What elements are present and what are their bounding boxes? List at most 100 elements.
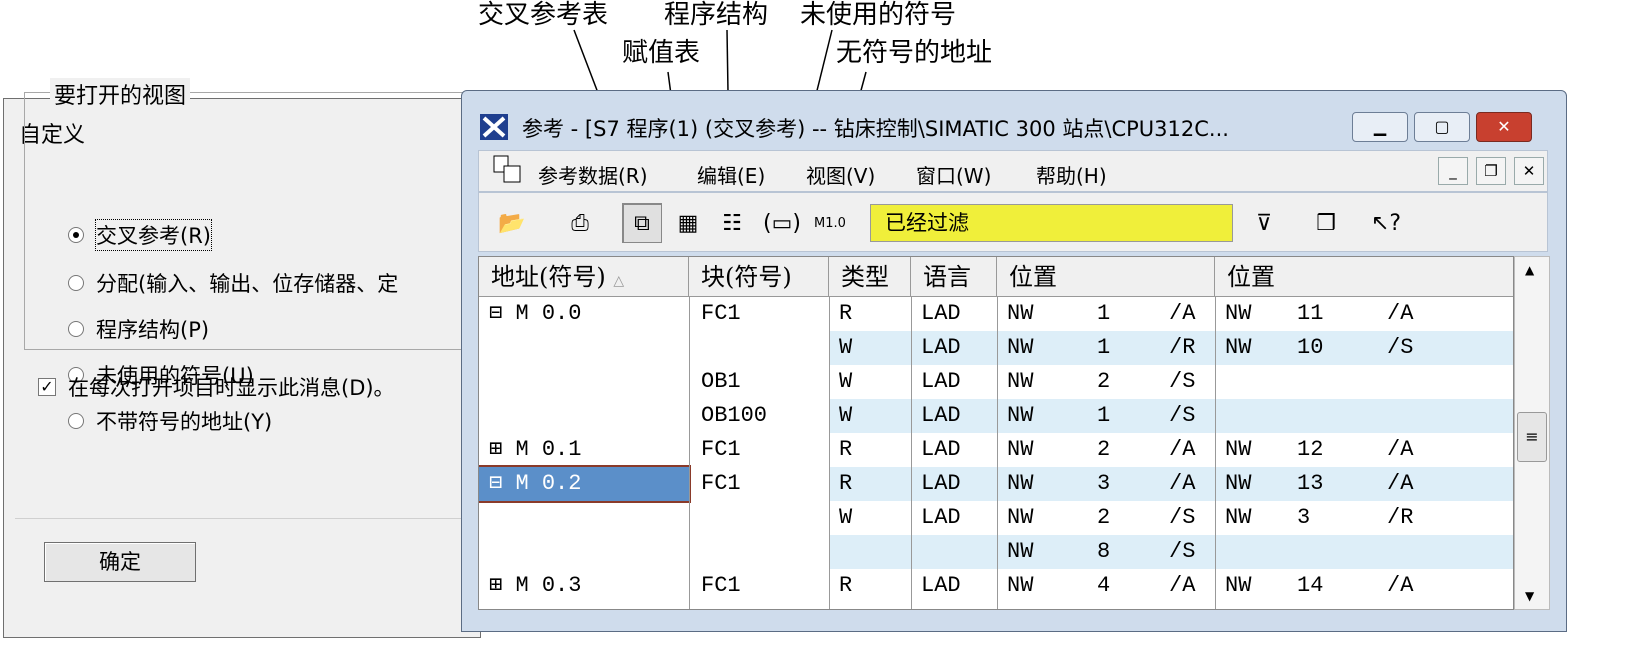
column-header-address[interactable]: 地址(符号) △	[479, 257, 689, 297]
grid-cell[interactable]: /S	[1387, 331, 1447, 365]
close-button[interactable]: ✕	[1476, 112, 1532, 142]
grid-cell[interactable]: /A	[1169, 297, 1215, 331]
grid-cell[interactable]: NW	[1225, 467, 1295, 501]
grid-cell[interactable]: LAD	[921, 331, 997, 365]
column-header-type[interactable]: 类型	[829, 257, 911, 297]
grid-cell[interactable]: 1	[1097, 331, 1157, 365]
menu-window[interactable]: 窗口(W)	[916, 160, 991, 189]
grid-cell[interactable]: 2	[1097, 501, 1157, 535]
grid-cell[interactable]: /A	[1169, 569, 1215, 603]
grid-cell[interactable]: W	[839, 399, 911, 433]
grid-cell[interactable]	[839, 535, 911, 569]
grid-cell[interactable]: 2	[1097, 365, 1157, 399]
grid-cell[interactable]	[1387, 365, 1447, 399]
grid-cell[interactable]: NW	[1007, 365, 1077, 399]
grid-cell[interactable]: LAD	[921, 501, 997, 535]
radio-program-structure[interactable]: 程序结构(P)	[68, 314, 209, 344]
menu-edit[interactable]: 编辑(E)	[697, 160, 765, 189]
grid-cell[interactable]	[1297, 365, 1367, 399]
grid-cell[interactable]: W	[839, 331, 911, 365]
grid-cell[interactable]: ⊞ M 0.3	[489, 569, 689, 603]
grid-cell[interactable]	[1225, 365, 1295, 399]
new-window-icon[interactable]: ❒	[1306, 203, 1346, 243]
grid-cell[interactable]: NW	[1225, 331, 1295, 365]
grid-cell[interactable]: /A	[1387, 297, 1447, 331]
grid-cell[interactable]	[1225, 399, 1295, 433]
open-folder-icon[interactable]: 📂	[492, 203, 532, 243]
grid-cell[interactable]: LAD	[921, 569, 997, 603]
grid-cell[interactable]: 4	[1097, 569, 1157, 603]
grid-cell[interactable]: R	[839, 467, 911, 501]
maximize-button[interactable]: ▢	[1414, 112, 1470, 142]
grid-cell[interactable]: W	[839, 501, 911, 535]
column-header-location-1[interactable]: 位置	[997, 257, 1215, 297]
grid-cell[interactable]: LAD	[921, 365, 997, 399]
grid-cell[interactable]	[701, 535, 829, 569]
grid-cell[interactable]	[921, 535, 997, 569]
ok-button[interactable]: 确定	[44, 542, 196, 582]
grid-cell[interactable]: NW	[1225, 501, 1295, 535]
grid-cell[interactable]: R	[839, 297, 911, 331]
grid-cell[interactable]: 1	[1097, 297, 1157, 331]
grid-cell[interactable]: NW	[1007, 297, 1077, 331]
mdi-minimize-button[interactable]: _	[1438, 157, 1468, 185]
grid-cell[interactable]: /R	[1169, 331, 1215, 365]
grid-cell[interactable]	[489, 535, 689, 569]
grid-cell[interactable]: LAD	[921, 399, 997, 433]
grid-cell[interactable]: 3	[1297, 501, 1367, 535]
minimize-button[interactable]: ▁	[1352, 112, 1408, 142]
column-header-language[interactable]: 语言	[911, 257, 997, 297]
grid-cell[interactable]	[1225, 535, 1295, 569]
grid-cell[interactable]	[1387, 535, 1447, 569]
grid-cell[interactable]: /S	[1169, 501, 1215, 535]
grid-cell[interactable]: 14	[1297, 569, 1367, 603]
grid-cell[interactable]: NW	[1007, 331, 1077, 365]
grid-cell[interactable]: FC1	[701, 297, 829, 331]
grid-cell[interactable]: 3	[1097, 467, 1157, 501]
grid-cell[interactable]: 12	[1297, 433, 1367, 467]
grid-cell[interactable]: NW	[1225, 569, 1295, 603]
grid-cell[interactable]: /S	[1169, 535, 1215, 569]
grid-cell[interactable]: NW	[1007, 399, 1077, 433]
grid-cell[interactable]: /A	[1169, 467, 1215, 501]
grid-cell[interactable]: ⊟ M 0.2	[489, 467, 689, 501]
grid-cell[interactable]: W	[839, 365, 911, 399]
grid-cell[interactable]: 2	[1097, 433, 1157, 467]
grid-cell[interactable]: NW	[1225, 433, 1295, 467]
menu-reference-data[interactable]: 参考数据(R)	[538, 160, 648, 189]
grid-cell[interactable]: 10	[1297, 331, 1367, 365]
grid-cell[interactable]: /A	[1387, 433, 1447, 467]
scrollbar-thumb[interactable]: ≡	[1517, 412, 1547, 462]
grid-cell[interactable]	[489, 331, 689, 365]
help-pointer-icon[interactable]: ↖?	[1366, 203, 1406, 243]
grid-cell[interactable]: NW	[1225, 297, 1295, 331]
radio-assignment[interactable]: 分配(输入、输出、位存储器、定	[68, 268, 398, 298]
grid-cell[interactable]	[1297, 399, 1367, 433]
scroll-up-icon[interactable]: ▲	[1525, 263, 1534, 277]
grid-cell[interactable]: FC1	[701, 433, 829, 467]
grid-cell[interactable]: NW	[1007, 501, 1077, 535]
grid-cell[interactable]: OB1	[701, 365, 829, 399]
grid-cell[interactable]: ⊟ M 0.0	[489, 297, 689, 331]
grid-cell[interactable]: FC1	[701, 569, 829, 603]
grid-cell[interactable]	[489, 501, 689, 535]
grid-cell[interactable]: ⊞ M 0.1	[489, 433, 689, 467]
radio-no-symbol[interactable]: 不带符号的地址(Y)	[68, 406, 272, 436]
show-message-checkbox[interactable]: ✓ 在每次打开项目时显示此消息(D)。	[38, 372, 395, 402]
grid-cell[interactable]: 1	[1097, 399, 1157, 433]
mdi-close-button[interactable]: ✕	[1514, 157, 1544, 185]
grid-cell[interactable]: LAD	[921, 433, 997, 467]
filter-icon[interactable]: ⊽	[1244, 203, 1284, 243]
cross-reference-icon[interactable]: ⧉	[622, 203, 662, 243]
grid-cell[interactable]: LAD	[921, 297, 997, 331]
grid-cell[interactable]	[489, 399, 689, 433]
grid-cell[interactable]: /S	[1169, 399, 1215, 433]
menu-help[interactable]: 帮助(H)	[1036, 160, 1107, 189]
grid-cell[interactable]	[1297, 535, 1367, 569]
grid-cell[interactable]: /A	[1387, 569, 1447, 603]
column-header-location-2[interactable]: 位置	[1215, 257, 1513, 297]
grid-cell[interactable]: /S	[1169, 365, 1215, 399]
radio-cross-ref[interactable]: 交叉参考(R)	[68, 219, 212, 251]
assignment-table-icon[interactable]: ▦	[668, 203, 708, 243]
column-header-block[interactable]: 块(符号)	[689, 257, 829, 297]
